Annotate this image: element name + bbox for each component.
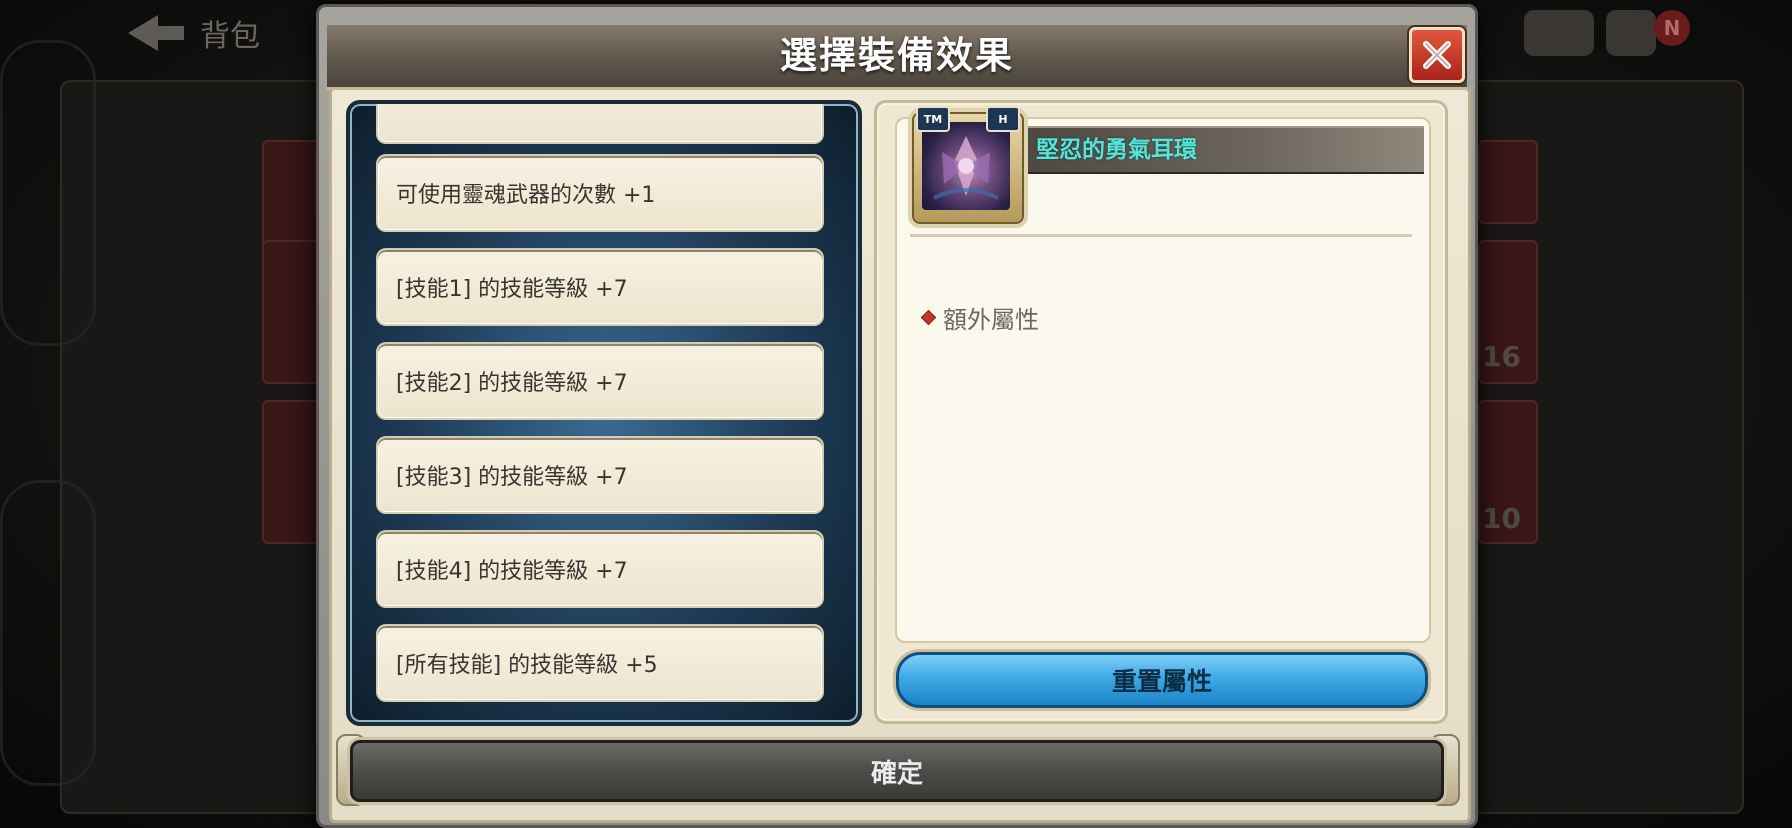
detail-divider <box>910 234 1412 237</box>
list-item-label: [技能2] 的技能等級 +7 <box>396 371 628 396</box>
list-item-label: [技能3] 的技能等級 +7 <box>396 465 628 490</box>
list-item[interactable]: [技能1] 的技能等級 +7 <box>376 248 824 326</box>
background-ornament <box>0 40 96 346</box>
list-item[interactable]: [技能2] 的技能等級 +7 <box>376 342 824 420</box>
background-slot <box>262 240 322 384</box>
helmet-badge: H <box>986 106 1020 132</box>
close-button[interactable] <box>1409 27 1465 83</box>
confirm-button[interactable]: 確定 <box>350 740 1444 802</box>
list-item-label: 可使用靈魂武器的次數 +1 <box>396 183 656 208</box>
reset-attributes-button[interactable]: 重置屬性 <box>896 652 1428 708</box>
background-count: 16 <box>1482 340 1521 373</box>
notification-badge: N <box>1654 10 1690 46</box>
tm-badge: TM <box>916 106 950 132</box>
mail-icon <box>1524 10 1594 56</box>
item-icon-frame[interactable]: TM H <box>912 106 1024 224</box>
earring-item-icon <box>922 122 1010 210</box>
item-name: 堅忍的勇氣耳環 <box>1036 137 1197 163</box>
list-item[interactable]: 可使用靈魂武器的次數 +1 <box>376 154 824 232</box>
chat-icon <box>1606 10 1656 56</box>
close-icon <box>1423 41 1451 69</box>
background-slot <box>262 400 322 544</box>
back-button[interactable]: 背包 <box>128 8 260 58</box>
list-item-label: [所有技能] 的技能等級 +5 <box>396 653 658 678</box>
earring-art <box>933 136 999 200</box>
confirm-label: 確定 <box>870 758 923 789</box>
back-arrow-icon <box>128 15 158 51</box>
background-slot <box>1478 140 1538 224</box>
reset-attributes-label: 重置屬性 <box>1111 667 1212 696</box>
list-item[interactable]: [技能3] 的技能等級 +7 <box>376 436 824 514</box>
dialog-title: 選擇裝備效果 <box>780 34 1014 77</box>
title-bar: 選擇裝備效果 <box>327 25 1467 90</box>
diamond-bullet-icon <box>922 311 935 324</box>
back-label: 背包 <box>200 19 260 54</box>
list-item-label: [技能4] 的技能等級 +7 <box>396 559 628 584</box>
item-name-bar: 堅忍的勇氣耳環 <box>1020 126 1424 174</box>
background-ornament <box>0 480 96 786</box>
list-item[interactable]: [所有技能] 的技能等級 +5 <box>376 624 824 702</box>
list-item[interactable]: [技能4] 的技能等級 +7 <box>376 530 824 608</box>
extra-attribute-row: 額外屬性 <box>922 300 1039 335</box>
back-arrow-stem <box>156 26 184 40</box>
extra-attribute-label: 額外屬性 <box>943 306 1039 334</box>
effect-list[interactable]: 可使用靈魂武器的次數 +1 [技能1] 的技能等級 +7 [技能2] 的技能等級… <box>346 100 862 726</box>
list-item-partial[interactable] <box>376 104 824 144</box>
list-item-label: [技能1] 的技能等級 +7 <box>396 277 628 302</box>
background-count: 10 <box>1482 502 1521 535</box>
